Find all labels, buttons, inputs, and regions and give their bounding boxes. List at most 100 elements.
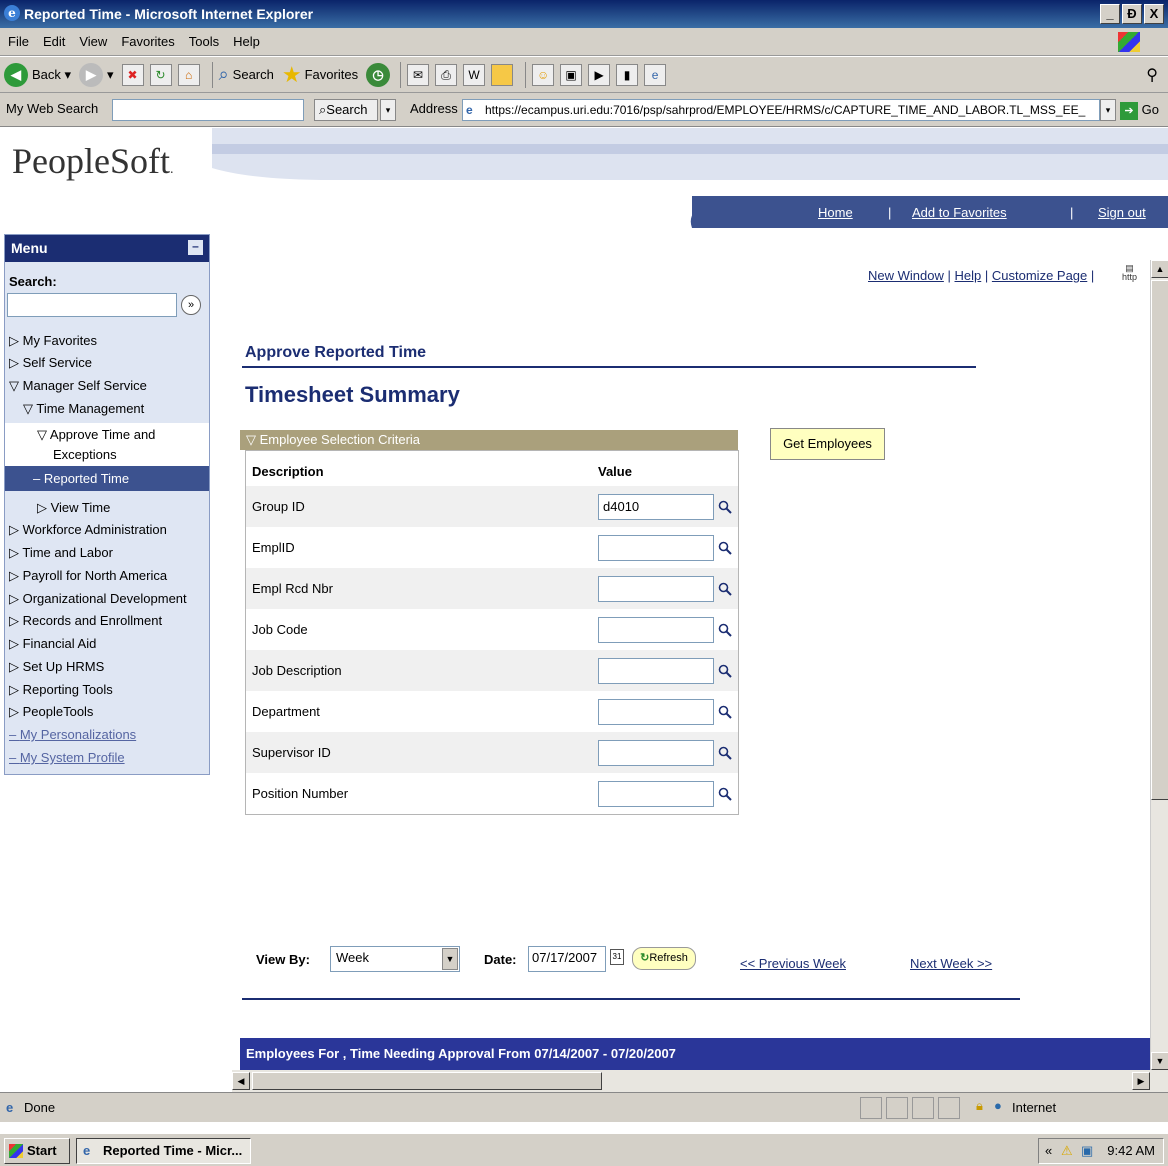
next-week-link[interactable]: Next Week >>	[910, 956, 992, 971]
menu-item-peopletools[interactable]: ▷ PeopleTools	[9, 704, 93, 720]
refresh-icon[interactable]: ↻	[149, 63, 172, 86]
bookmark-icon[interactable]: ▮	[616, 63, 639, 86]
scroll-up-icon[interactable]: ▲	[1151, 260, 1168, 278]
menu-item-time-and-labor[interactable]: ▷ Time and Labor	[9, 545, 113, 561]
date-input[interactable]: 07/17/2007	[528, 946, 606, 972]
warning-icon[interactable]: ⚠	[1061, 1139, 1073, 1163]
help-link[interactable]: Help	[955, 268, 982, 283]
supervisor-id-input[interactable]	[598, 739, 714, 766]
address-dropdown-button[interactable]: ▾	[1100, 99, 1116, 121]
criteria-header[interactable]: ▽ Employee Selection Criteria	[240, 430, 738, 450]
close-button[interactable]: X	[1144, 4, 1164, 24]
word-icon[interactable]: W	[463, 63, 486, 86]
job-description-input[interactable]	[598, 657, 714, 684]
chevron-down-icon[interactable]: ▼	[442, 948, 458, 970]
menu-item-view-time[interactable]: ▷ View Time	[37, 500, 110, 516]
menu-item-time-management[interactable]: ▽ Time Management	[23, 401, 144, 417]
scroll-left-icon[interactable]: ◀	[232, 1072, 250, 1090]
play-icon[interactable]: ▶	[588, 63, 611, 86]
hscroll-thumb[interactable]	[252, 1072, 602, 1090]
menu-item-org-development[interactable]: ▷ Organizational Development	[9, 591, 187, 607]
menu-file[interactable]: File	[8, 34, 29, 49]
add-to-favorites-link[interactable]: Add to Favorites	[912, 205, 1007, 220]
smiley-icon[interactable]: ☺	[532, 63, 555, 86]
menu-view[interactable]: View	[79, 34, 107, 49]
favorites-button[interactable]: ★ Favorites	[282, 62, 358, 88]
menu-item-my-favorites[interactable]: ▷ My Favorites	[9, 333, 97, 349]
position-number-input[interactable]	[598, 780, 714, 807]
sign-out-link[interactable]: Sign out	[1098, 205, 1146, 220]
lookup-icon[interactable]	[718, 664, 732, 678]
department-input[interactable]	[598, 698, 714, 725]
mail-icon[interactable]: ✉	[407, 63, 430, 86]
group-id-input[interactable]: d4010	[598, 493, 714, 520]
lookup-icon[interactable]	[718, 541, 732, 555]
new-window-link[interactable]: New Window	[868, 268, 944, 283]
print-icon[interactable]: ⎙	[435, 63, 458, 86]
monitor-icon[interactable]: ▣	[560, 63, 583, 86]
menu-item-reporting-tools[interactable]: ▷ Reporting Tools	[9, 682, 113, 698]
http-page-icon[interactable]: ▤ http	[1122, 264, 1137, 282]
menu-item-payroll[interactable]: ▷ Payroll for North America	[9, 568, 167, 584]
menu-item-records-enrollment[interactable]: ▷ Records and Enrollment	[9, 613, 162, 629]
previous-week-link[interactable]: << Previous Week	[740, 956, 846, 971]
customize-page-link[interactable]: Customize Page	[992, 268, 1087, 283]
history-icon[interactable]: ◷	[366, 62, 391, 87]
menu-item-self-service[interactable]: ▷ Self Service	[9, 355, 92, 371]
lookup-icon[interactable]	[718, 582, 732, 596]
menu-item-setup-hrms[interactable]: ▷ Set Up HRMS	[9, 659, 104, 675]
emplid-input[interactable]	[598, 534, 714, 561]
menu-tools[interactable]: Tools	[189, 34, 219, 49]
back-button[interactable]: ◀ Back ▾	[4, 62, 71, 87]
minimize-button[interactable]: _	[1100, 4, 1120, 24]
lookup-icon[interactable]	[718, 500, 732, 514]
maximize-button[interactable]: Ɖ	[1122, 4, 1142, 24]
menu-item-exceptions[interactable]: Exceptions	[53, 447, 117, 463]
lookup-icon[interactable]	[718, 705, 732, 719]
lookup-icon[interactable]	[718, 623, 732, 637]
home-link[interactable]: Home	[818, 205, 853, 220]
ie-page-icon[interactable]: e	[644, 63, 667, 86]
vertical-scrollbar[interactable]: ▲ ▼	[1150, 260, 1168, 1070]
go-button[interactable]: ➔ Go	[1120, 99, 1164, 121]
scroll-down-icon[interactable]: ▼	[1151, 1052, 1168, 1070]
menu-item-reported-time[interactable]: – Reported Time	[5, 466, 209, 491]
search-dropdown-button[interactable]: ▾	[380, 99, 396, 121]
refresh-button[interactable]: ↻Refresh	[632, 947, 696, 970]
job-code-input[interactable]	[598, 616, 714, 643]
menu-help[interactable]: Help	[233, 34, 260, 49]
calendar-icon[interactable]: 31	[610, 949, 624, 965]
menu-item-financial-aid[interactable]: ▷ Financial Aid	[9, 636, 96, 652]
lookup-icon[interactable]	[718, 746, 732, 760]
menu-item-my-system-profile[interactable]: – My System Profile	[9, 750, 125, 766]
menu-item-manager-self-service[interactable]: ▽ Manager Self Service	[9, 378, 147, 394]
network-icon[interactable]: ▣	[1081, 1139, 1093, 1163]
scroll-thumb[interactable]	[1151, 280, 1168, 800]
web-search-button[interactable]: ⌕Search	[314, 99, 378, 121]
horizontal-scrollbar[interactable]: ◀ ▶	[232, 1070, 1168, 1092]
address-input[interactable]: e https://ecampus.uri.edu:7016/psp/sahrp…	[462, 99, 1100, 121]
search-button[interactable]: ⌕ Search	[219, 64, 274, 85]
empl-rcd-nbr-input[interactable]	[598, 575, 714, 602]
menu-search-input[interactable]	[7, 293, 177, 317]
menu-item-my-personalizations[interactable]: – My Personalizations	[9, 727, 136, 743]
folder-icon[interactable]	[491, 63, 514, 86]
toolbar-extra-icon[interactable]: ⚲	[1146, 65, 1158, 85]
menu-item-workforce-admin[interactable]: ▷ Workforce Administration	[9, 522, 167, 538]
start-button[interactable]: Start	[4, 1138, 70, 1164]
scroll-right-icon[interactable]: ▶	[1132, 1072, 1150, 1090]
menu-edit[interactable]: Edit	[43, 34, 65, 49]
taskbar-item-browser[interactable]: e Reported Time - Micr...	[76, 1138, 251, 1164]
menu-search-go-icon[interactable]: »	[181, 295, 201, 315]
get-employees-button[interactable]: Get Employees	[770, 428, 885, 460]
home-icon[interactable]: ⌂	[177, 63, 200, 86]
collapse-menu-icon[interactable]: –	[188, 240, 203, 255]
view-by-select[interactable]: Week ▼	[330, 946, 460, 972]
lookup-icon[interactable]	[718, 787, 732, 801]
stop-icon[interactable]: ✖	[121, 63, 144, 86]
menu-item-approve-time[interactable]: ▽ Approve Time and	[37, 427, 155, 443]
tray-expand-icon[interactable]: «	[1045, 1139, 1052, 1163]
web-search-input[interactable]	[112, 99, 304, 121]
menu-favorites[interactable]: Favorites	[121, 34, 174, 49]
forward-button[interactable]: ▶ ▾	[79, 62, 114, 87]
